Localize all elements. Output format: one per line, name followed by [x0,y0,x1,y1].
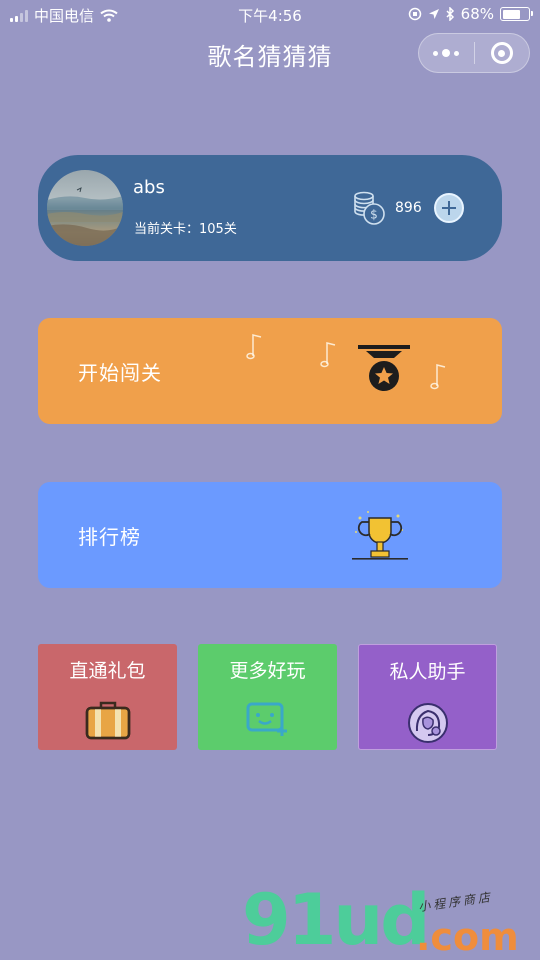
start-game-label: 开始闯关 [78,361,162,385]
svg-text:$: $ [370,208,378,222]
gift-pack-label: 直通礼包 [69,660,146,682]
location-icon [428,9,439,19]
orientation-lock-icon [408,7,421,21]
battery-icon [500,7,533,21]
watermark: 91ud 小程序商店 .com [240,885,540,960]
coin-stack-icon: $ [354,191,385,225]
ranking-button[interactable]: 排行榜 [38,482,502,588]
avatar[interactable] [47,170,123,246]
target-circle-icon [490,42,513,64]
username: abs [133,177,165,198]
watermark-brand: 91ud [242,879,430,960]
user-card: abs 当前关卡：105关 $ 896 [38,155,502,261]
assistant-label: 私人助手 [389,661,466,683]
gift-pack-tile[interactable]: 直通礼包 [38,644,177,750]
add-coins-button[interactable] [434,193,464,223]
music-note-icon [246,334,262,360]
assistant-tile[interactable]: 私人助手 [358,644,497,750]
more-games-tile[interactable]: 更多好玩 [198,644,337,750]
game-face-icon [246,702,287,736]
mini-program-capsule [418,33,530,73]
more-games-label: 更多好玩 [229,660,306,682]
battery-level [502,9,520,19]
assistant-icon [407,703,448,743]
trophy-icon [352,511,408,560]
medal-icon [358,345,410,391]
start-game-button[interactable]: 开始闯关 [38,318,502,424]
plus-circle-icon [442,201,456,215]
avatar-image [47,187,123,246]
battery-percent: 68% [460,5,494,23]
suitcase-icon [85,701,130,740]
more-button[interactable] [419,34,474,72]
more-dots-icon [433,49,460,57]
ranking-label: 排行榜 [78,525,141,549]
bluetooth-icon [446,7,454,21]
music-note-icon [320,342,336,368]
status-right: 68% [408,5,533,23]
watermark-domain: .com [416,915,519,959]
close-button[interactable] [475,34,530,72]
current-level: 当前关卡：105关 [134,222,237,237]
watermark-tagline: 小程序商店 [417,889,494,915]
coin-count: 896 [395,200,422,216]
status-bar: 中国电信 下午4:56 68% [0,0,540,30]
music-note-icon [430,364,446,390]
